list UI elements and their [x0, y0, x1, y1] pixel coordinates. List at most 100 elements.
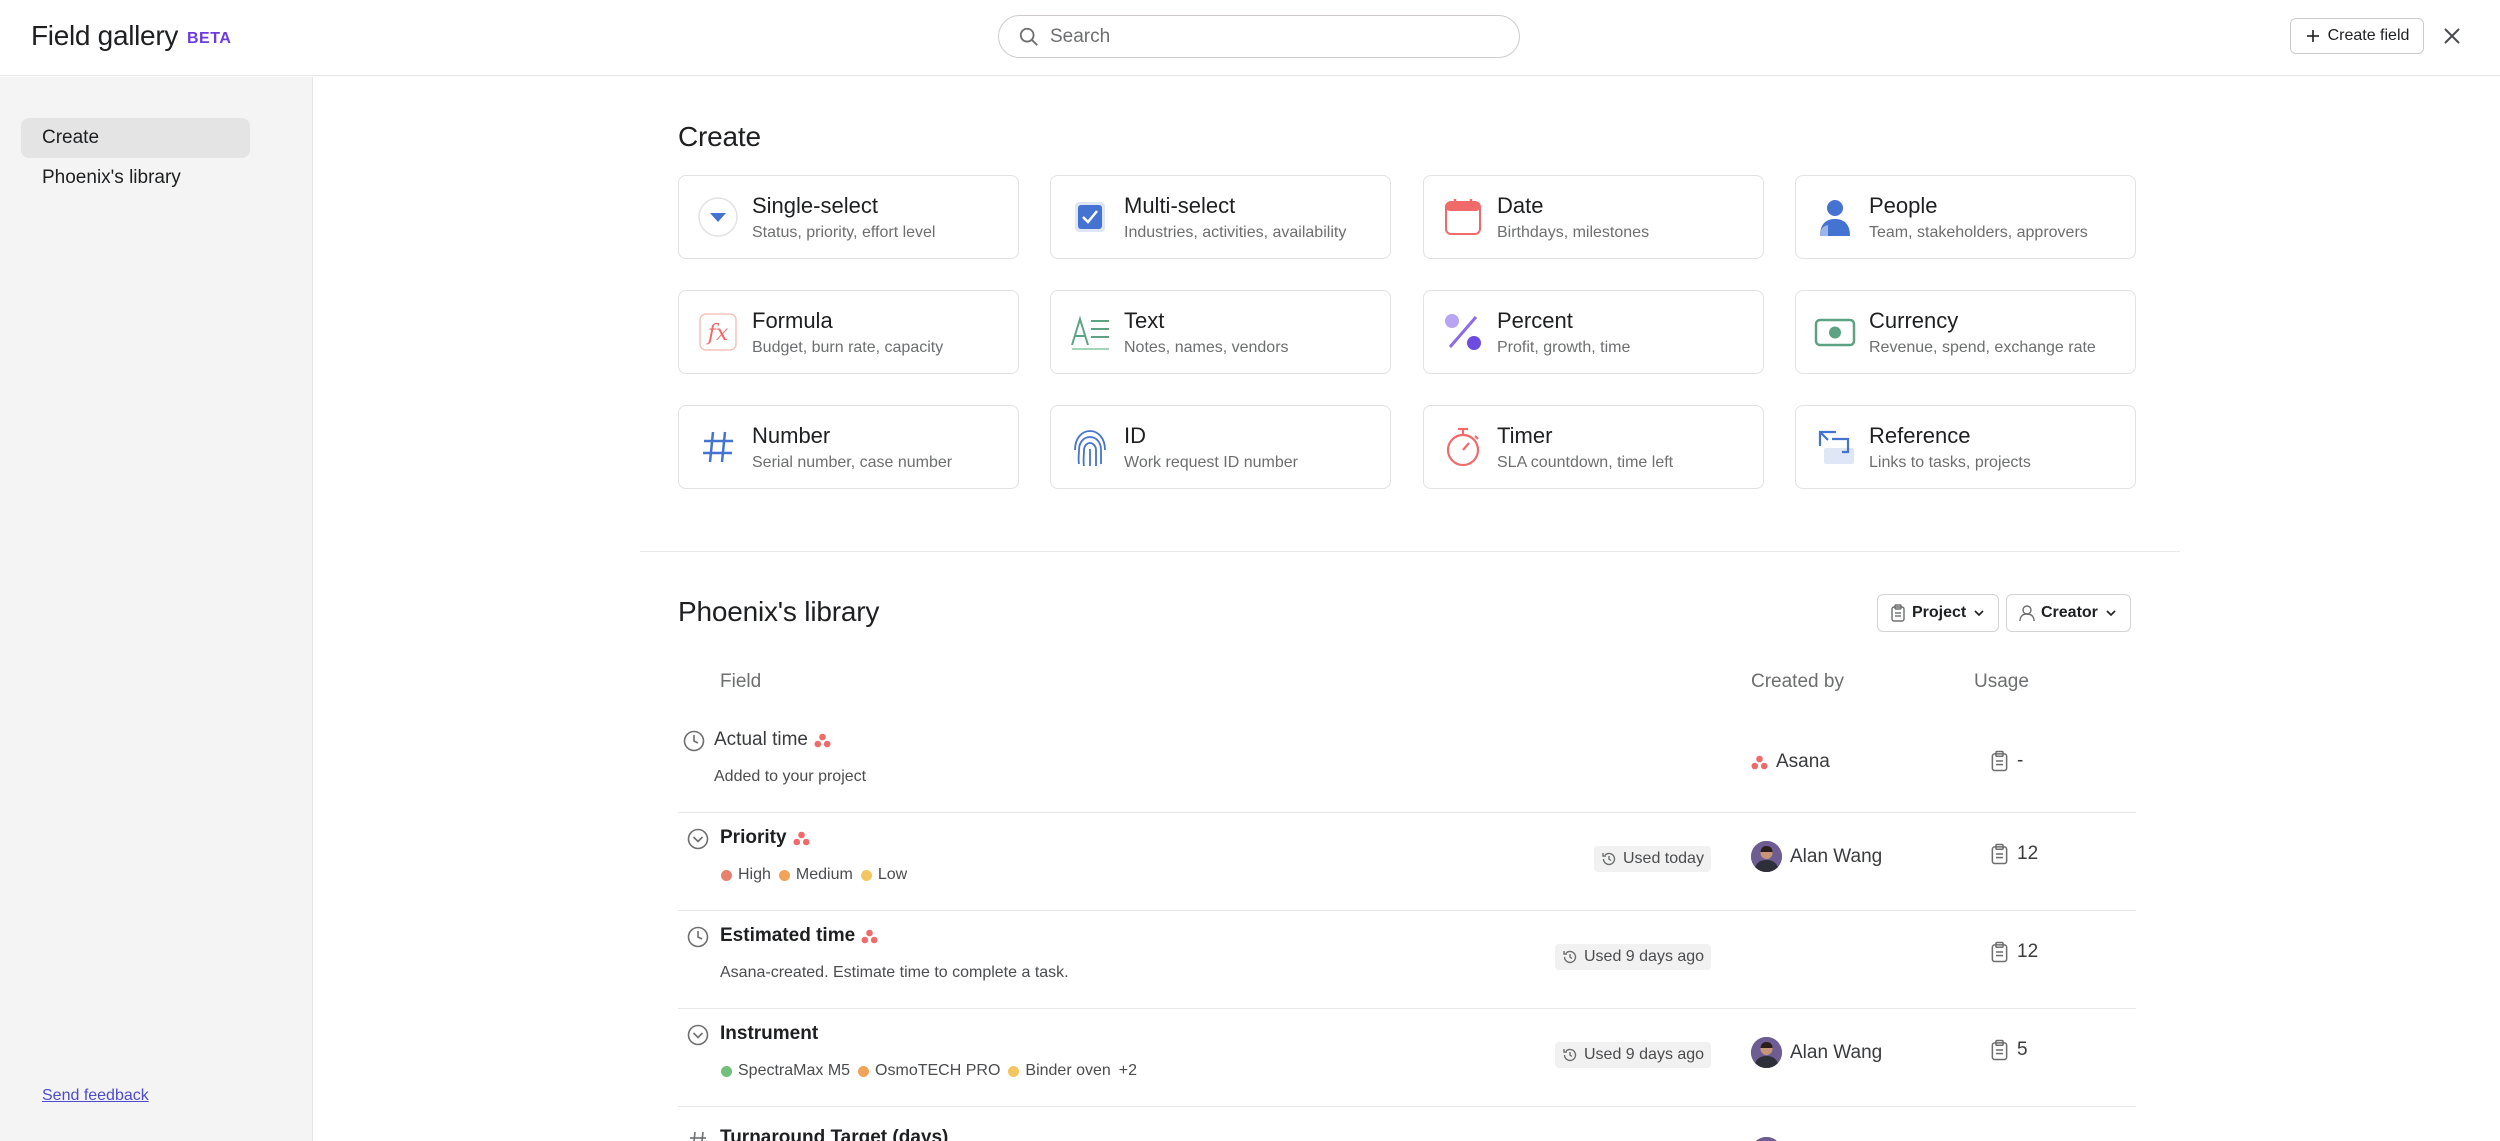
asana-logo-icon: [793, 831, 810, 845]
field-name-text: Estimated time: [720, 925, 856, 946]
project-filter-button[interactable]: Project: [1877, 594, 2000, 632]
card-name: Number: [752, 423, 831, 448]
field-options: High Medium Low: [721, 866, 907, 884]
formula-icon: fx: [699, 313, 737, 351]
creator-filter-button[interactable]: Creator: [2006, 594, 2131, 632]
field-type-card-single-select[interactable]: Single-select Status, priority, effort l…: [678, 175, 1019, 259]
sidebar-item-label: Create: [42, 127, 100, 148]
search-box[interactable]: [998, 15, 1520, 58]
create-section-title: Create: [678, 121, 761, 152]
history-icon: [1563, 1048, 1577, 1062]
chevron-down-icon: [1974, 610, 1984, 617]
clipboard-icon: [1891, 604, 1905, 622]
created-by: Alan Wang: [1751, 841, 1882, 872]
field-type-card-percent[interactable]: Percent Profit, growth, time: [1423, 290, 1764, 374]
field-name-text: Turnaround Target (days): [720, 1127, 949, 1141]
table-row[interactable]: Estimated time Asana-created. Estimate t…: [678, 911, 2136, 1009]
history-icon: [1563, 950, 1577, 964]
table-row[interactable]: Instrument SpectraMax M5 OsmoTECH PRO Bi…: [678, 1009, 2136, 1107]
field-type-card-multi-select[interactable]: Multi-select Industries, activities, ava…: [1050, 175, 1391, 259]
history-icon: [1602, 852, 1616, 866]
card-name: Reference: [1869, 423, 1971, 448]
creator-name: Alan Wang: [1790, 1041, 1883, 1063]
usage-count: -: [1990, 750, 2023, 772]
usage-value: 12: [2017, 843, 2039, 864]
single-select-outline-icon: [687, 1024, 709, 1046]
card-desc: Team, stakeholders, approvers: [1869, 224, 2088, 241]
usage-value: 5: [2017, 1039, 2028, 1060]
field-type-card-id[interactable]: ID Work request ID number: [1050, 405, 1391, 489]
field-name: Actual time: [714, 729, 831, 751]
field-type-card-people[interactable]: People Team, stakeholders, approvers: [1795, 175, 2136, 259]
search-input[interactable]: [1050, 23, 1490, 51]
sidebar-item-create[interactable]: Create: [21, 118, 250, 158]
usage-count: 12: [1990, 941, 2038, 963]
sidebar-item-phoenix-library[interactable]: Phoenix's library: [21, 158, 250, 198]
last-used-badge: Used 9 days ago: [1555, 1042, 1712, 1068]
table-row[interactable]: Priority High Medium Low Used today Alan…: [678, 813, 2136, 911]
svg-text:fx: fx: [706, 321, 729, 346]
card-desc: Status, priority, effort level: [752, 224, 936, 241]
created-by: Alan Wang: [1751, 1037, 1882, 1068]
library-section-title: Phoenix's library: [678, 596, 880, 627]
created-by: Asana: [1751, 751, 1830, 773]
column-header-usage[interactable]: Usage: [1974, 671, 2029, 693]
column-header-field[interactable]: Field: [720, 671, 761, 693]
field-name: Instrument: [720, 1023, 818, 1045]
option-label: High: [738, 866, 771, 883]
hash-icon: [703, 431, 733, 463]
stopwatch-icon: [1446, 427, 1480, 467]
card-name: People: [1869, 193, 1938, 218]
create-field-button[interactable]: Create field: [2290, 18, 2424, 54]
last-used-badge: Used 9 days ago: [1555, 944, 1712, 970]
field-name-text: Priority: [720, 827, 787, 848]
card-name: Percent: [1497, 308, 1573, 333]
field-description: Asana-created. Estimate time to complete…: [720, 964, 1069, 981]
usage-count: 12: [1990, 843, 2038, 865]
field-type-card-reference[interactable]: Reference Links to tasks, projects: [1795, 405, 2136, 489]
top-bar: Field gallery BETA Create field: [0, 0, 2500, 76]
asana-logo-icon: [861, 929, 878, 943]
asana-logo-icon: [814, 733, 831, 747]
field-description: Added to your project: [714, 768, 867, 785]
usage-count: 5: [1990, 1039, 2028, 1061]
card-desc: Profit, growth, time: [1497, 339, 1631, 356]
field-type-card-number[interactable]: Number Serial number, case number: [678, 405, 1019, 489]
person-outline-icon: [2019, 605, 2035, 622]
card-desc: SLA countdown, time left: [1497, 454, 1674, 471]
single-select-icon: [698, 197, 738, 237]
card-desc: Revenue, spend, exchange rate: [1869, 339, 2096, 356]
card-desc: Serial number, case number: [752, 454, 953, 471]
field-name-text: Actual time: [714, 729, 808, 750]
table-row[interactable]: Turnaround Target (days): [678, 1107, 2136, 1141]
option-color-dot: [858, 1065, 870, 1077]
last-used-text: Used 9 days ago: [1584, 948, 1705, 965]
field-type-card-currency[interactable]: Currency Revenue, spend, exchange rate: [1795, 290, 2136, 374]
card-desc: Work request ID number: [1124, 454, 1298, 471]
creator-filter-label: Creator: [2041, 604, 2098, 621]
field-type-card-timer[interactable]: Timer SLA countdown, time left: [1423, 405, 1764, 489]
field-type-card-text[interactable]: Text Notes, names, vendors: [1050, 290, 1391, 374]
page-title: Field gallery: [31, 20, 179, 51]
field-type-card-date[interactable]: Date Birthdays, milestones: [1423, 175, 1764, 259]
beta-badge: BETA: [187, 30, 232, 47]
card-name: Multi-select: [1124, 193, 1236, 218]
reference-icon: [1818, 430, 1854, 464]
field-name-text: Instrument: [720, 1023, 819, 1044]
table-row[interactable]: Actual time Added to your project Asana …: [678, 715, 2136, 813]
send-feedback-link[interactable]: Send feedback: [42, 1087, 149, 1105]
text-icon: [1071, 315, 1109, 350]
column-header-created-by[interactable]: Created by: [1751, 671, 1844, 693]
option-label: Medium: [795, 866, 853, 883]
hash-icon: [690, 1131, 706, 1141]
clipboard-icon: [1991, 750, 2008, 772]
fingerprint-icon: [1074, 430, 1106, 467]
field-type-card-formula[interactable]: fx Formula Budget, burn rate, capacity: [678, 290, 1019, 374]
project-filter-label: Project: [1912, 604, 1967, 621]
option-chip: Low: [860, 866, 907, 884]
option-color-dot: [860, 869, 872, 881]
option-chip: High: [721, 866, 771, 884]
avatar: [1751, 1137, 1782, 1141]
clock-icon: [683, 730, 705, 752]
close-icon[interactable]: [2440, 24, 2464, 48]
